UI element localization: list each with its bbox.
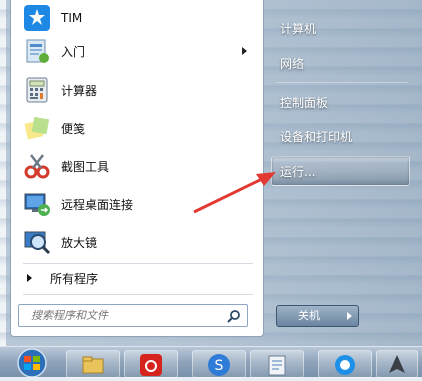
start-orb-icon	[17, 348, 47, 378]
getting-started-icon	[23, 37, 51, 65]
program-item-sticky-notes[interactable]: 便笺	[19, 110, 255, 146]
shutdown-options-button[interactable]	[340, 305, 359, 327]
program-item-snipping-tool[interactable]: 截图工具	[19, 148, 255, 184]
program-item-remote-desktop[interactable]: 远程桌面连接	[19, 186, 255, 222]
program-label: 便笺	[61, 121, 86, 136]
right-item-run[interactable]: 运行...	[280, 163, 315, 180]
shutdown-button[interactable]: 关机	[276, 305, 342, 327]
program-label: 计算器	[61, 83, 98, 98]
sogou-icon: S	[208, 354, 230, 376]
notes-app-icon	[268, 355, 286, 376]
program-label: 放大镜	[61, 235, 98, 250]
program-label: 入门	[61, 44, 86, 59]
snipping-tool-icon	[23, 152, 51, 180]
expand-arrow-icon	[27, 274, 32, 282]
taskbar-pen-tool[interactable]	[376, 350, 418, 378]
program-label: 截图工具	[61, 159, 110, 174]
tim-icon	[23, 4, 51, 32]
start-button[interactable]	[10, 347, 54, 378]
program-label: 远程桌面连接	[61, 197, 134, 212]
taskbar-file-explorer[interactable]	[66, 350, 120, 378]
right-item-devices-printers[interactable]: 设备和打印机	[280, 128, 352, 145]
taskbar-notes-app[interactable]	[250, 350, 304, 378]
chevron-right-icon	[347, 312, 352, 320]
submenu-arrow-icon	[242, 47, 247, 55]
all-programs-button[interactable]: 所有程序	[27, 270, 98, 286]
divider	[276, 82, 408, 83]
start-menu-programs-panel: TIM 入门 计算器 便笺 截图工具 远程桌面连接 放大镜 所有程序	[10, 0, 264, 337]
divider	[23, 263, 253, 264]
program-item-magnifier[interactable]: 放大镜	[19, 224, 255, 260]
svg-text:S: S	[215, 358, 224, 374]
taskbar-qq-browser[interactable]	[318, 350, 372, 378]
divider	[23, 294, 253, 295]
remote-desktop-icon	[23, 190, 51, 218]
program-label: TIM	[61, 11, 83, 25]
file-explorer-icon	[82, 356, 104, 374]
search-box[interactable]	[18, 304, 248, 327]
right-item-control-panel[interactable]: 控制面板	[280, 94, 328, 111]
magnifier-icon	[23, 228, 51, 256]
pen-tool-icon	[389, 355, 405, 373]
calculator-icon	[23, 76, 51, 104]
search-input[interactable]	[29, 308, 223, 323]
taskbar-sogou[interactable]: S	[192, 350, 246, 378]
sticky-notes-icon	[23, 114, 51, 142]
qq-browser-icon	[335, 355, 355, 375]
taskbar: S	[0, 346, 422, 378]
netease-music-icon	[140, 354, 162, 376]
program-item-getting-started[interactable]: 入门	[19, 33, 255, 69]
all-programs-label: 所有程序	[50, 271, 99, 286]
program-item-tim[interactable]: TIM	[19, 0, 255, 36]
right-item-network[interactable]: 网络	[280, 55, 304, 72]
taskbar-netease-music[interactable]	[124, 350, 178, 378]
search-icon[interactable]	[227, 308, 241, 323]
program-item-calculator[interactable]: 计算器	[19, 72, 255, 108]
right-item-computer[interactable]: 计算机	[280, 20, 316, 37]
